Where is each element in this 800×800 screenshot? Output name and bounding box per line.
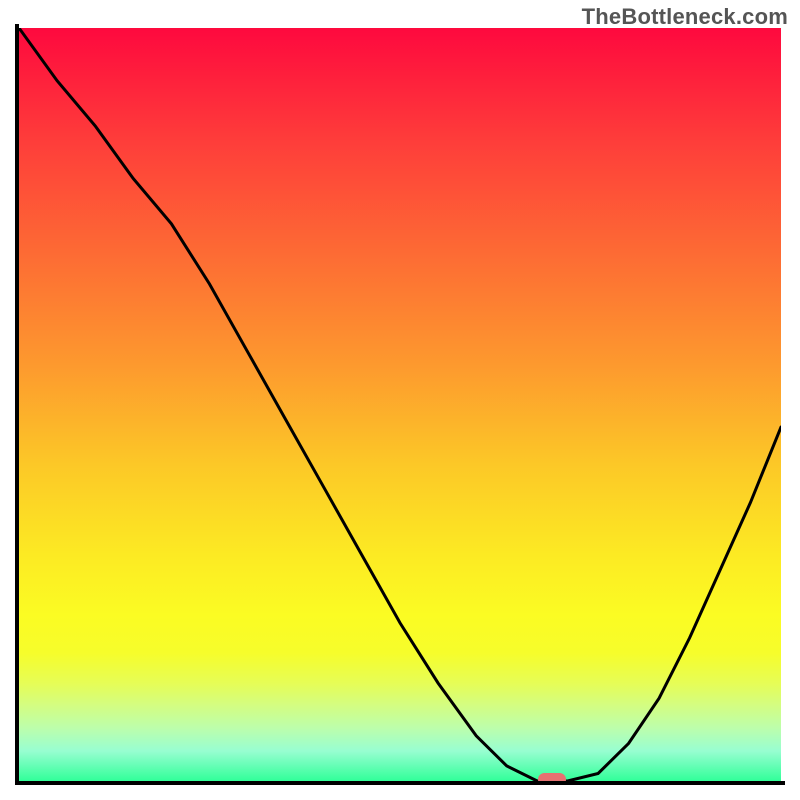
plot-area bbox=[19, 28, 781, 781]
curve-layer bbox=[19, 28, 781, 781]
x-axis bbox=[15, 781, 785, 785]
bottleneck-curve bbox=[19, 28, 781, 781]
chart-container: TheBottleneck.com bbox=[0, 0, 800, 800]
y-axis bbox=[15, 24, 19, 785]
optimal-marker bbox=[538, 773, 566, 782]
watermark-text: TheBottleneck.com bbox=[582, 4, 788, 30]
